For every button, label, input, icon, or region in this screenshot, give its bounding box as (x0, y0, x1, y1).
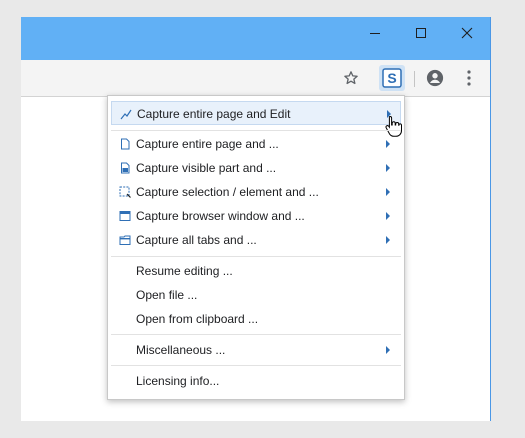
menu-item-miscellaneous[interactable]: Miscellaneous ... (111, 338, 401, 362)
capture-menu: Capture entire page and Edit Capture ent… (107, 95, 405, 400)
menu-item-capture-browser-window[interactable]: Capture browser window and ... (111, 204, 401, 228)
extension-letter: S (387, 70, 396, 86)
kebab-menu-icon (467, 70, 471, 86)
account-icon (426, 69, 444, 87)
submenu-arrow-icon (386, 346, 390, 354)
submenu-arrow-icon (386, 188, 390, 196)
menu-item-capture-visible-part[interactable]: Capture visible part and ... (111, 156, 401, 180)
page-icon (121, 138, 130, 150)
menu-item-label: Capture browser window and ... (136, 209, 305, 223)
account-button[interactable] (424, 67, 446, 89)
menu-divider (111, 256, 401, 257)
submenu-arrow-icon (386, 140, 390, 148)
minimize-icon (370, 33, 380, 34)
title-bar (21, 17, 490, 60)
edit-pencil-icon (120, 109, 132, 120)
menu-item-open-file[interactable]: Open file ... (111, 283, 401, 307)
submenu-arrow-icon (386, 236, 390, 244)
menu-divider (111, 365, 401, 366)
menu-item-label: Open file ... (136, 288, 198, 302)
all-tabs-icon (119, 235, 131, 245)
screenshot-extension-icon: S (382, 68, 402, 88)
visible-part-icon (121, 162, 130, 174)
menu-item-capture-entire-page-edit[interactable]: Capture entire page and Edit (111, 101, 402, 137)
submenu-arrow-icon (386, 164, 390, 172)
menu-item-label: Open from clipboard ... (136, 312, 259, 326)
minimize-button[interactable] (352, 17, 398, 49)
browser-toolbar: S (21, 60, 490, 97)
submenu-arrow-icon (386, 212, 390, 220)
menu-item-label: Capture entire page and Edit (137, 107, 291, 121)
maximize-icon (416, 28, 426, 38)
menu-item-capture-entire-page[interactable]: Capture entire page and ... (111, 132, 401, 156)
menu-item-capture-all-tabs[interactable]: Capture all tabs and ... (111, 228, 401, 252)
menu-item-label: Capture visible part and ... (136, 161, 277, 175)
menu-item-label: Capture all tabs and ... (136, 233, 257, 247)
browser-menu-button[interactable] (458, 67, 480, 89)
browser-window-icon (119, 211, 131, 221)
close-button[interactable] (444, 17, 490, 49)
bookmark-button[interactable] (340, 67, 362, 89)
close-icon (461, 27, 473, 39)
menu-item-capture-selection[interactable]: Capture selection / element and ... (111, 180, 401, 204)
selection-icon (119, 186, 131, 198)
toolbar-separator (414, 71, 415, 87)
menu-item-label: Capture selection / element and ... (136, 185, 319, 199)
star-icon (344, 71, 358, 85)
menu-divider (111, 334, 401, 335)
menu-divider (111, 130, 401, 131)
menu-item-licensing-info[interactable]: Licensing info... (111, 369, 401, 393)
menu-item-open-from-clipboard[interactable]: Open from clipboard ... (111, 307, 401, 331)
menu-item-label: Capture entire page and ... (136, 137, 279, 151)
menu-item-label: Miscellaneous ... (136, 343, 226, 357)
maximize-button[interactable] (398, 17, 444, 49)
menu-item-label: Resume editing ... (136, 264, 233, 278)
menu-item-label: Licensing info... (136, 374, 220, 388)
screenshot-extension-button[interactable]: S (379, 65, 405, 91)
menu-item-resume-editing[interactable]: Resume editing ... (111, 259, 401, 283)
